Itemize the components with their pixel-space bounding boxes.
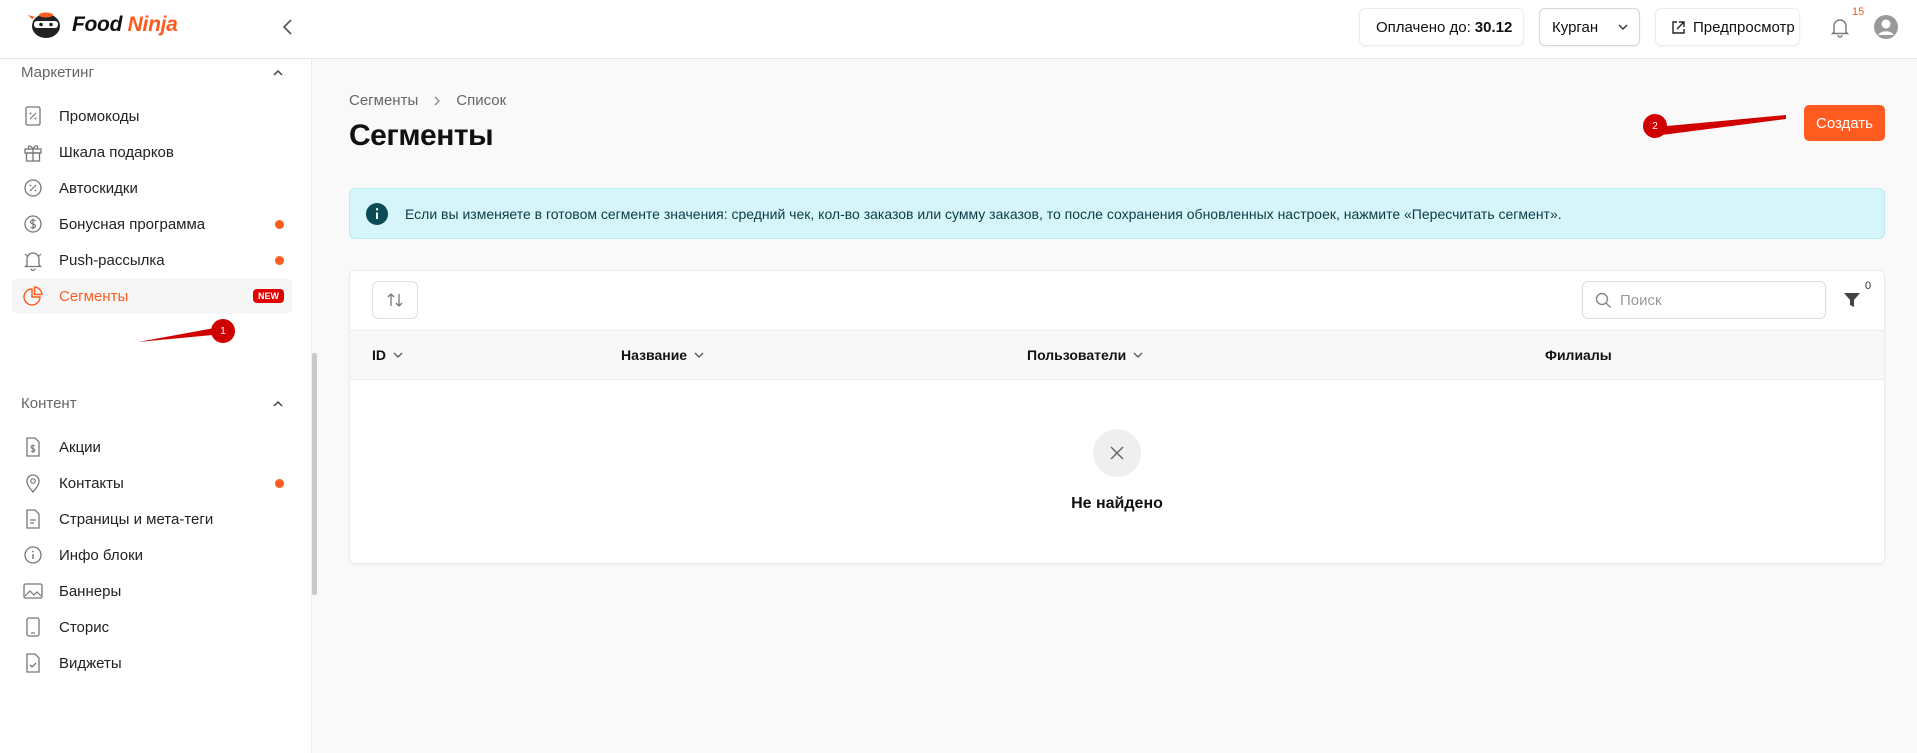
document-icon <box>26 509 40 529</box>
info-alert: Если вы изменяете в готовом сегменте зна… <box>349 188 1885 239</box>
sidebar-item-widgets[interactable]: Виджеты <box>12 645 292 681</box>
paid-until-badge: Оплачено до: 30.12 <box>1359 8 1524 46</box>
sidebar-item-segments[interactable]: Сегменты NEW <box>12 278 292 314</box>
phone-icon <box>26 617 40 637</box>
sidebar-item-bonus-program[interactable]: Бонусная программа <box>12 206 292 242</box>
update-dot <box>275 256 284 265</box>
column-name[interactable]: Название <box>621 347 705 363</box>
chevron-down-icon <box>1133 352 1143 358</box>
breadcrumb: Сегменты Список <box>349 92 506 109</box>
sidebar-item-promotions[interactable]: Акции <box>12 429 292 465</box>
new-badge: NEW <box>253 289 284 303</box>
location-icon <box>26 474 40 493</box>
filter-icon[interactable] <box>1842 290 1862 310</box>
ninja-logo-icon <box>28 12 60 38</box>
sidebar-section-marketing[interactable]: Маркетинг <box>21 64 285 81</box>
chevron-up-icon <box>273 69 283 76</box>
sidebar: Маркетинг Промокоды Шкала подарков Автос… <box>0 59 312 753</box>
notifications-bell-icon[interactable] <box>1829 16 1851 38</box>
sort-arrows-icon <box>387 293 403 307</box>
sidebar-item-info-blocks[interactable]: Инфо блоки <box>12 537 292 573</box>
column-branches: Филиалы <box>1545 347 1612 363</box>
sidebar-item-pages-meta[interactable]: Страницы и мета-теги <box>12 501 292 537</box>
check-doc-icon <box>26 653 40 673</box>
sidebar-item-push[interactable]: Push-рассылка <box>12 242 292 278</box>
preview-button[interactable]: Предпросмотр <box>1655 8 1800 46</box>
image-icon <box>23 583 43 599</box>
user-avatar-icon[interactable] <box>1873 14 1899 40</box>
update-dot <box>275 220 284 229</box>
top-header: Food Ninja Оплачено до: 30.12 Курган Пред… <box>0 0 1917 59</box>
sidebar-item-gift-scale[interactable]: Шкала подарков <box>12 134 292 170</box>
sidebar-item-stories[interactable]: Сторис <box>12 609 292 645</box>
gift-icon <box>24 145 42 162</box>
close-icon <box>1110 446 1124 460</box>
sort-button[interactable] <box>372 281 418 319</box>
page-title: Сегменты <box>349 119 494 152</box>
chevron-down-icon <box>694 352 704 358</box>
info-icon <box>24 546 42 564</box>
logo-text: Food Ninja <box>72 13 178 36</box>
search-box <box>1582 281 1826 319</box>
coin-icon <box>24 215 42 233</box>
dollar-doc-icon <box>26 437 40 457</box>
breadcrumb-list: Список <box>456 92 507 109</box>
sidebar-scrollbar[interactable] <box>312 353 317 595</box>
search-icon <box>1595 292 1611 308</box>
chevron-right-icon <box>434 96 441 105</box>
sidebar-item-autodiscounts[interactable]: Автоскидки <box>12 170 292 206</box>
bell-icon <box>23 252 43 271</box>
info-circle-icon <box>366 202 388 225</box>
sidebar-item-contacts[interactable]: Контакты <box>12 465 292 501</box>
notifications-count: 15 <box>1852 6 1865 18</box>
city-select[interactable]: Курган <box>1539 8 1640 46</box>
chevron-down-icon <box>1618 24 1628 30</box>
create-button[interactable]: Создать <box>1804 105 1885 141</box>
external-link-icon <box>1672 20 1685 34</box>
sidebar-section-content[interactable]: Контент <box>21 395 285 412</box>
discount-icon <box>24 179 42 197</box>
breadcrumb-segments[interactable]: Сегменты <box>349 92 418 109</box>
table-header: ID Название Пользователи Филиалы <box>350 330 1884 380</box>
segments-table-card: 0 ID Название Пользователи Филиалы Не на… <box>349 270 1885 564</box>
chevron-up-icon <box>273 400 283 407</box>
collapse-sidebar-icon[interactable] <box>277 16 299 38</box>
annotation-marker-1: 1 <box>211 319 235 343</box>
column-users[interactable]: Пользователи <box>1027 347 1144 363</box>
filter-count: 0 <box>1865 280 1872 292</box>
sidebar-item-promocodes[interactable]: Промокоды <box>12 98 292 134</box>
pie-icon <box>23 286 43 306</box>
empty-state-text: Не найдено <box>1071 495 1163 512</box>
update-dot <box>275 479 284 488</box>
logo[interactable]: Food Ninja <box>26 11 178 39</box>
column-id[interactable]: ID <box>372 347 404 363</box>
promo-icon <box>25 106 41 126</box>
empty-state-icon <box>1093 429 1141 477</box>
chevron-down-icon <box>393 352 403 358</box>
sidebar-item-banners[interactable]: Баннеры <box>12 573 292 609</box>
alert-text: Если вы изменяете в готовом сегменте зна… <box>405 205 1562 222</box>
search-input[interactable] <box>1620 291 1810 309</box>
annotation-marker-2: 2 <box>1643 114 1667 138</box>
